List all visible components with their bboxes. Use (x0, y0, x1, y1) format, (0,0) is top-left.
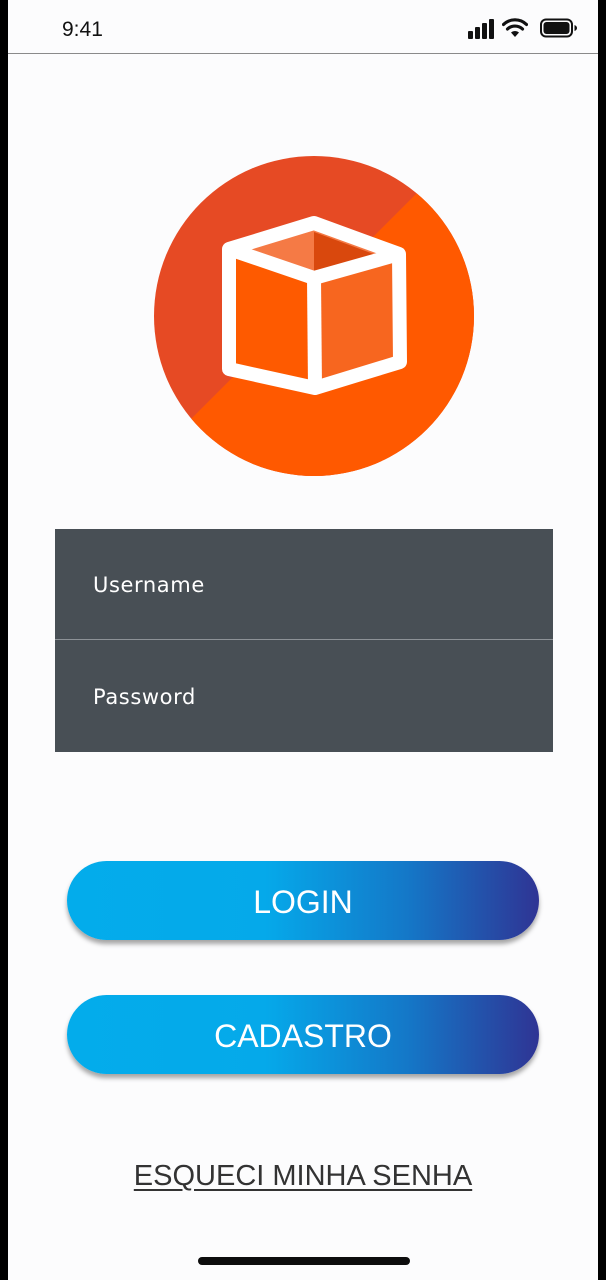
username-field-container (55, 529, 553, 640)
password-field-container (55, 641, 553, 752)
battery-icon (540, 18, 577, 38)
forgot-password-link[interactable]: ESQUECI MINHA SENHA (8, 1160, 598, 1193)
username-input[interactable] (93, 565, 513, 605)
status-time: 9:41 (62, 18, 103, 41)
login-screen: 9:41 Username LOGIN CADASTRO ESQUECI MIN… (8, 0, 598, 1280)
login-form (55, 529, 553, 752)
home-indicator (198, 1257, 410, 1265)
cellular-signal-icon (468, 19, 494, 39)
login-button[interactable]: LOGIN (67, 861, 539, 940)
wifi-icon (502, 18, 528, 37)
password-input[interactable] (93, 677, 513, 717)
status-bar: 9:41 (8, 0, 598, 54)
app-logo (154, 156, 474, 476)
box-icon (154, 156, 474, 476)
cadastro-button[interactable]: CADASTRO (67, 995, 539, 1074)
